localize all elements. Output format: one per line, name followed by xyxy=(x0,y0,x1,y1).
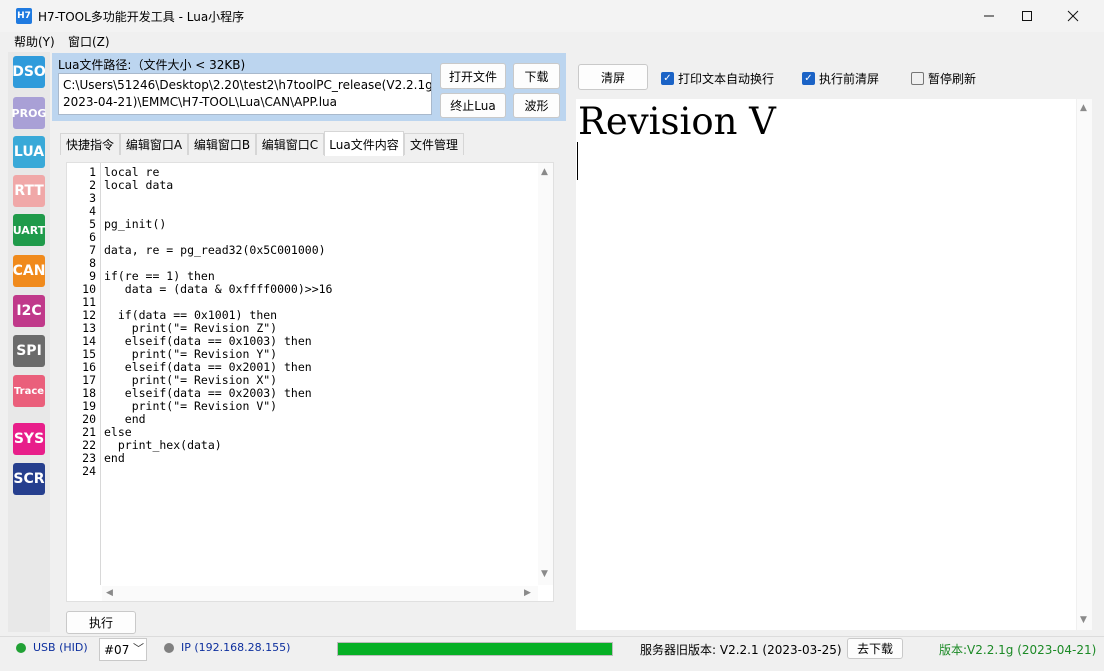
module-tab-scr[interactable]: SCR xyxy=(13,463,45,495)
module-tab-label: SCR xyxy=(13,471,45,487)
module-tab-label: SYS xyxy=(13,431,45,447)
code-line: pg_init() xyxy=(104,217,167,231)
auto-wrap-checkbox[interactable]: ✓ 打印文本自动换行 xyxy=(661,70,774,87)
code-line: end xyxy=(104,451,125,465)
module-tab-prog[interactable]: PROG xyxy=(11,97,47,129)
scroll-up-icon[interactable]: ▲ xyxy=(541,167,548,177)
scroll-up-icon[interactable]: ▲ xyxy=(1080,103,1087,113)
scroll-right-icon[interactable]: ▶ xyxy=(524,588,531,598)
clear-before-run-label: 执行前清屏 xyxy=(819,72,880,86)
module-tab-trace[interactable]: Trace xyxy=(13,375,45,407)
module-tab-label: LUA xyxy=(13,144,45,160)
tab-edit-window-b[interactable]: 编辑窗口B xyxy=(188,133,256,155)
tab-edit-window-a[interactable]: 编辑窗口A xyxy=(120,133,188,155)
usb-status-indicator xyxy=(16,643,26,653)
module-tab-lua[interactable]: LUA xyxy=(13,136,45,168)
code-line: data = (data & 0xffff0000)>>16 xyxy=(104,282,333,296)
output-text: Revision V xyxy=(578,100,776,143)
local-version-text: 版本:V2.2.1g (2023-04-21) xyxy=(939,643,1097,657)
app-icon: H7 xyxy=(16,8,32,24)
tab-lua-file-content[interactable]: Lua文件内容 xyxy=(324,131,404,156)
window-title: H7-TOOL多功能开发工具 - Lua小程序 xyxy=(38,10,245,24)
output-vertical-scrollbar[interactable]: ▲ ▼ xyxy=(1077,99,1092,630)
port-value: #07 xyxy=(104,642,130,657)
menu-bar xyxy=(0,32,1104,50)
line-number: 24 xyxy=(82,464,96,478)
module-tab-label: RTT xyxy=(14,183,44,199)
editor-horizontal-scrollbar[interactable]: ◀ ▶ xyxy=(102,586,538,601)
module-tab-dso[interactable]: DSO xyxy=(12,56,46,88)
run-button[interactable]: 执行 xyxy=(66,611,136,634)
usb-status-text: USB (HID) xyxy=(33,641,88,654)
module-tab-spi[interactable]: SPI xyxy=(13,335,45,367)
close-button[interactable] xyxy=(1050,0,1096,32)
close-icon xyxy=(1067,10,1079,22)
menu-help[interactable]: 帮助(Y) xyxy=(14,33,55,50)
tab-quick-commands[interactable]: 快捷指令 xyxy=(60,133,120,155)
menu-window[interactable]: 窗口(Z) xyxy=(68,33,110,50)
editor-vertical-scrollbar[interactable]: ▲ ▼ xyxy=(538,163,553,585)
module-tab-uart[interactable]: UART xyxy=(13,214,45,246)
chevron-down-icon[interactable]: ﹀ xyxy=(133,640,144,656)
output-console[interactable] xyxy=(576,99,1076,630)
progress-fill xyxy=(338,643,612,655)
checkbox-box xyxy=(911,72,924,85)
pause-refresh-checkbox[interactable]: 暂停刷新 xyxy=(911,70,976,87)
pause-refresh-label: 暂停刷新 xyxy=(928,72,977,86)
module-tab-i2c[interactable]: I2C xyxy=(13,295,45,327)
ip-status-indicator xyxy=(164,643,174,653)
text-caret xyxy=(577,142,578,180)
ip-status-text: IP (192.168.28.155) xyxy=(181,641,291,654)
module-tab-label: I2C xyxy=(16,303,42,319)
lua-path-field[interactable]: C:\Users\51246\Desktop\2.20\test2\h7tool… xyxy=(58,73,432,115)
clear-before-run-checkbox[interactable]: ✓ 执行前清屏 xyxy=(802,70,879,87)
module-tab-sys[interactable]: SYS xyxy=(13,423,45,455)
module-tab-label: UART xyxy=(12,223,46,237)
download-button[interactable]: 下载 xyxy=(513,63,560,89)
module-tab-label: DSO xyxy=(12,64,46,80)
module-tab-can[interactable]: CAN xyxy=(13,255,45,287)
module-tab-label: CAN xyxy=(12,263,46,279)
scroll-down-icon[interactable]: ▼ xyxy=(541,569,548,579)
scroll-down-icon[interactable]: ▼ xyxy=(1080,615,1087,625)
tab-file-manager[interactable]: 文件管理 xyxy=(404,133,464,155)
code-line: data, re = pg_read32(0x5C001000) xyxy=(104,243,326,257)
path-label: Lua文件路径:（文件大小 < 32KB) xyxy=(58,58,246,72)
open-file-button[interactable]: 打开文件 xyxy=(440,63,506,89)
checkbox-box: ✓ xyxy=(802,72,815,85)
maximize-button[interactable] xyxy=(1004,0,1050,32)
module-tab-rtt[interactable]: RTT xyxy=(13,175,45,207)
module-tab-label: PROG xyxy=(11,106,47,120)
server-version-text: 服务器旧版本: V2.2.1 (2023-03-25) xyxy=(640,643,842,657)
waveform-button[interactable]: 波形 xyxy=(513,93,560,118)
tab-edit-window-c[interactable]: 编辑窗口C xyxy=(256,133,324,155)
scroll-left-icon[interactable]: ◀ xyxy=(106,588,113,598)
clear-screen-button[interactable]: 清屏 xyxy=(578,64,648,90)
minimize-icon xyxy=(984,15,994,17)
maximize-icon xyxy=(1022,11,1032,21)
code-line: local data xyxy=(104,178,174,192)
stop-lua-button[interactable]: 终止Lua xyxy=(440,93,506,118)
auto-wrap-label: 打印文本自动换行 xyxy=(678,72,775,86)
module-tab-label: Trace xyxy=(13,385,45,397)
go-download-button[interactable]: 去下载 xyxy=(847,638,903,659)
checkbox-box: ✓ xyxy=(661,72,674,85)
module-tab-label: SPI xyxy=(16,343,42,359)
